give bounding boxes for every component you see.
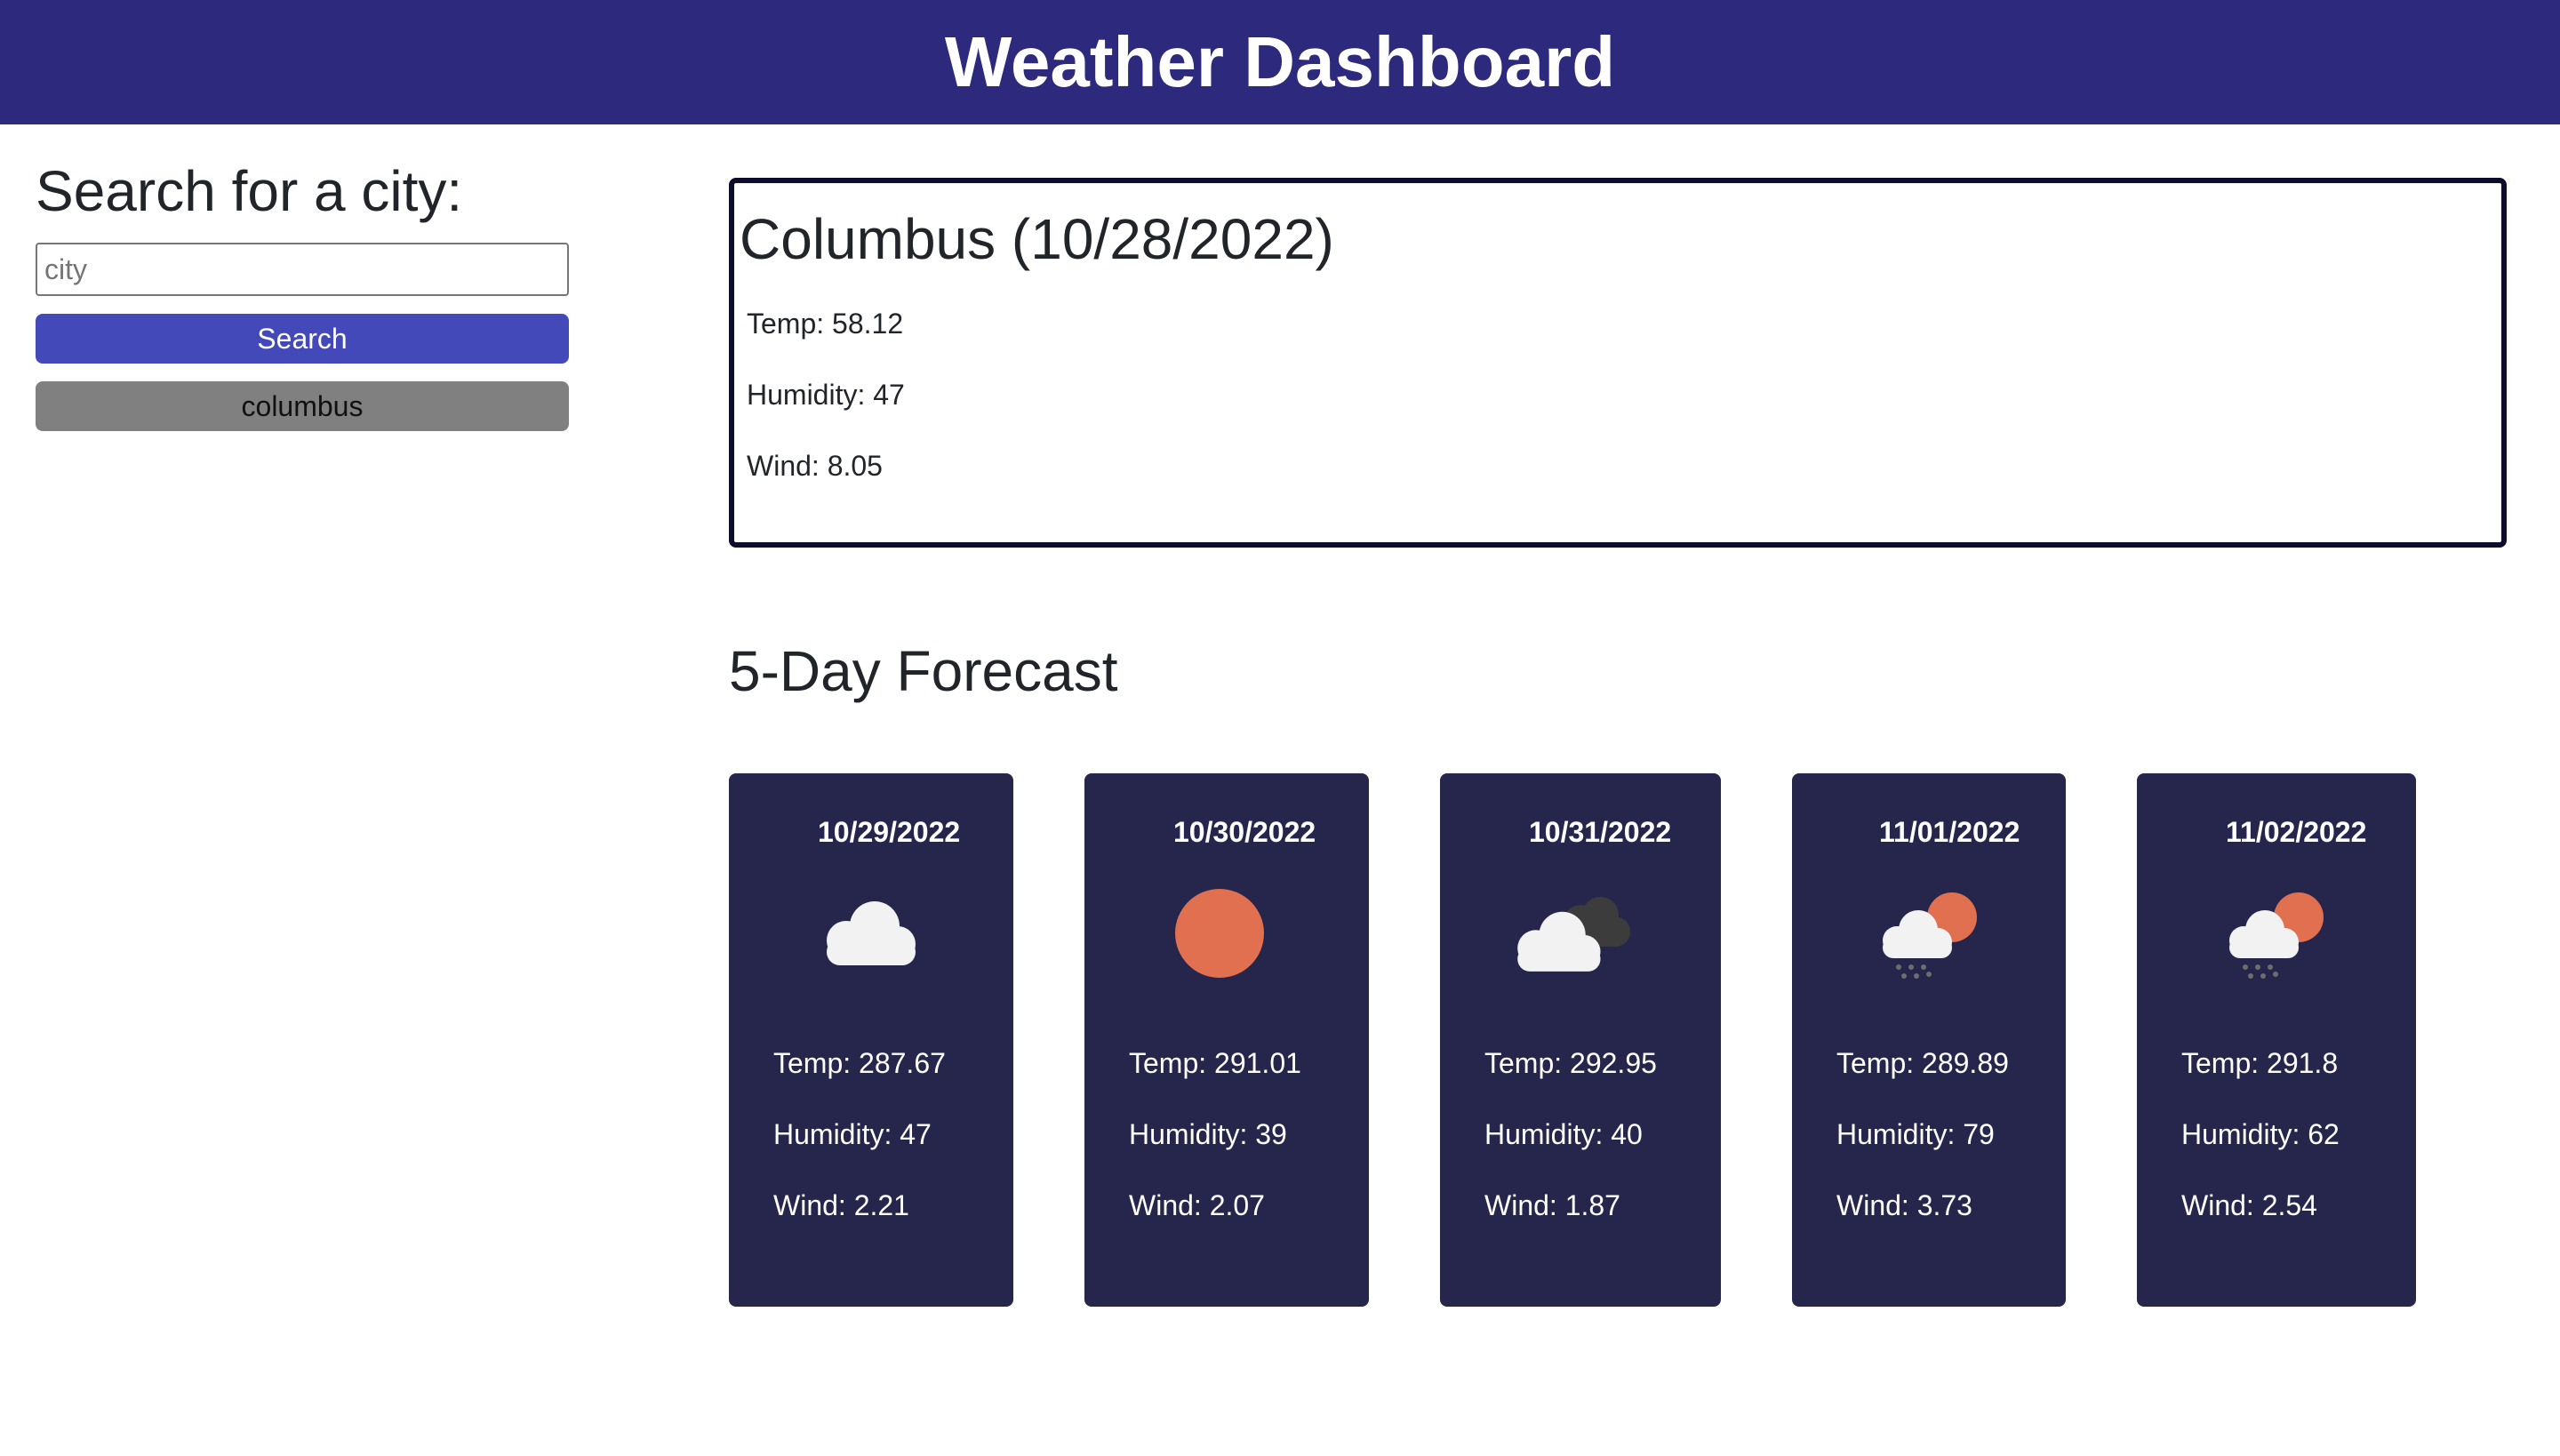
forecast-date: 10/31/2022 <box>1529 816 1672 848</box>
city-search-input[interactable] <box>36 243 569 296</box>
forecast-temp: Temp: 289.89 <box>1836 1047 2009 1079</box>
cloud-icon <box>827 901 916 965</box>
forecast-card: 11/02/2022 Temp: 291.8 Humidity: 62 Wind… <box>2137 773 2416 1307</box>
forecast-humidity: Humidity: 47 <box>773 1118 932 1150</box>
forecast-temp: Temp: 287.67 <box>773 1047 946 1079</box>
forecast-temp: Temp: 292.95 <box>1484 1047 1657 1079</box>
app-header: Weather Dashboard <box>0 0 2560 124</box>
forecast-card: 10/31/2022 Temp: 292.95 Humidity: 40 Win… <box>1440 773 1721 1307</box>
forecast-heading: 5-Day Forecast <box>729 639 1118 703</box>
history-button-columbus[interactable]: columbus <box>36 381 569 431</box>
sun-icon <box>1175 889 1264 978</box>
page-title: Weather Dashboard <box>944 22 1616 101</box>
search-button[interactable]: Search <box>36 314 569 364</box>
search-heading: Search for a city: <box>36 159 463 223</box>
forecast-card: 11/01/2022 Temp: 289.89 Humidity: 79 Win… <box>1792 773 2066 1307</box>
forecast-card: 10/30/2022 Temp: 291.01 Humidity: 39 Win… <box>1084 773 1369 1307</box>
current-wind: Wind: 8.05 <box>747 450 883 482</box>
rain-sun-icon <box>2229 892 2324 979</box>
current-weather-panel: Columbus (10/28/2022) Temp: 58.12 Humidi… <box>729 178 2507 548</box>
forecast-date: 10/30/2022 <box>1173 816 1316 848</box>
forecast-humidity: Humidity: 39 <box>1129 1118 1287 1150</box>
current-city-title: Columbus (10/28/2022) <box>740 207 1334 271</box>
forecast-humidity: Humidity: 62 <box>2181 1118 2340 1150</box>
broken-clouds-icon <box>1517 896 1631 972</box>
forecast-wind: Wind: 2.21 <box>773 1189 909 1221</box>
forecast-humidity: Humidity: 40 <box>1484 1118 1643 1150</box>
forecast-card: 10/29/2022 Temp: 287.67 Humidity: 47 Win… <box>729 773 1013 1307</box>
forecast-temp: Temp: 291.8 <box>2181 1047 2339 1079</box>
forecast-date: 11/02/2022 <box>2226 816 2367 848</box>
forecast-wind: Wind: 3.73 <box>1836 1189 1972 1221</box>
forecast-date: 10/29/2022 <box>818 816 961 848</box>
forecast-wind: Wind: 2.07 <box>1129 1189 1265 1221</box>
forecast-wind: Wind: 2.54 <box>2181 1189 2317 1221</box>
current-temp: Temp: 58.12 <box>747 308 904 340</box>
forecast-wind: Wind: 1.87 <box>1484 1189 1620 1221</box>
rain-sun-icon <box>1883 892 1977 979</box>
forecast-date: 11/01/2022 <box>1879 816 2020 848</box>
forecast-temp: Temp: 291.01 <box>1129 1047 1301 1079</box>
current-humidity: Humidity: 47 <box>747 379 905 411</box>
forecast-humidity: Humidity: 79 <box>1836 1118 1995 1150</box>
